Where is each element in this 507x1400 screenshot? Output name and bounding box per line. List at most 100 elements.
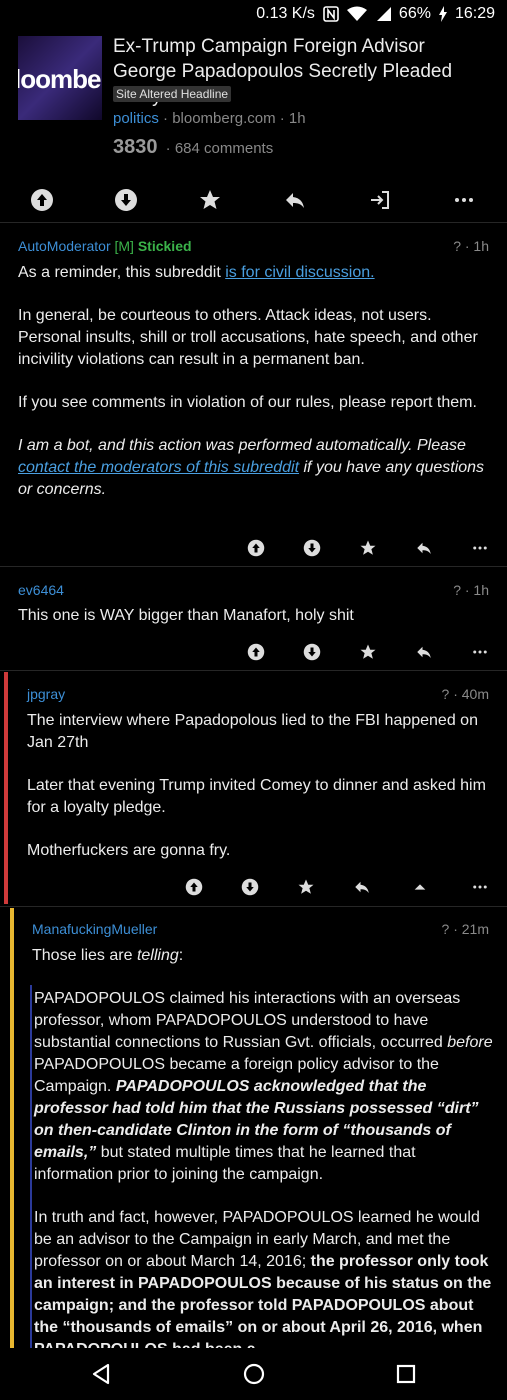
- post-meta: politics · bloomberg.com · 1h: [113, 110, 306, 127]
- open-link-button[interactable]: [360, 182, 400, 218]
- downvote-icon: [303, 643, 321, 661]
- downvote-icon: [303, 539, 321, 557]
- stickied-badge: Stickied: [137, 238, 192, 254]
- comment-meta: ? · 1h: [453, 238, 489, 254]
- reply-button[interactable]: [275, 182, 315, 218]
- more-button[interactable]: [444, 182, 484, 218]
- downvote-button[interactable]: [297, 637, 327, 667]
- post-score: 3830: [113, 136, 158, 158]
- signal-icon: [375, 6, 391, 22]
- subreddit-link[interactable]: politics: [113, 110, 159, 127]
- post-actions: [0, 182, 507, 218]
- downvote-button[interactable]: [297, 533, 327, 563]
- thread-depth-bar: [4, 672, 8, 904]
- reply-button[interactable]: [409, 533, 439, 563]
- save-button[interactable]: [353, 533, 383, 563]
- comment-automoderator[interactable]: AutoModerator [M] Stickied ? · 1h As a r…: [0, 222, 507, 566]
- upvote-button[interactable]: [241, 637, 271, 667]
- comment-author-line: AutoModerator [M] Stickied: [18, 238, 192, 254]
- comment-paragraph: In general, be courteous to others. Atta…: [18, 307, 478, 368]
- reply-icon: [286, 193, 304, 208]
- upvote-button[interactable]: [179, 872, 209, 902]
- contact-moderators-link[interactable]: contact the moderators of this subreddit: [18, 459, 299, 476]
- downvote-button[interactable]: [106, 182, 146, 218]
- battery-level: 66%: [398, 5, 431, 22]
- more-button[interactable]: [465, 872, 495, 902]
- comment-paragraph: Motherfuckers are gonna fry.: [27, 842, 231, 859]
- back-button[interactable]: [85, 1358, 117, 1390]
- comment-body: As a reminder, this subreddit is for civ…: [18, 262, 488, 522]
- mod-tag: [M]: [114, 238, 134, 254]
- comment-author[interactable]: AutoModerator: [18, 238, 111, 254]
- collapse-button[interactable]: [405, 872, 435, 902]
- comment-ev6464[interactable]: ev6464 ? · 1h This one is WAY bigger tha…: [0, 566, 507, 670]
- comment-count: · 684 comments: [165, 140, 274, 157]
- comment-manafuckingmueller[interactable]: ManafuckingMueller ? · 21m Those lies ar…: [0, 906, 507, 1348]
- star-icon: [360, 644, 376, 659]
- comment-actions: [0, 533, 507, 563]
- wifi-icon: [346, 6, 367, 22]
- civil-discussion-link[interactable]: is for civil discussion.: [225, 264, 374, 281]
- upvote-icon: [185, 878, 203, 896]
- more-button[interactable]: [465, 637, 495, 667]
- comment-author[interactable]: ev6464: [18, 582, 64, 598]
- post-thumbnail[interactable]: loomber: [18, 36, 102, 120]
- reply-icon: [417, 646, 431, 658]
- star-icon: [298, 879, 314, 894]
- comment-actions: [0, 872, 507, 902]
- home-icon: [243, 1363, 265, 1385]
- charging-icon: [438, 6, 447, 22]
- post-domain-age: · bloomberg.com · 1h: [158, 110, 306, 127]
- quote-paragraph: In truth and fact, however, PAPADOPOULOS…: [34, 1209, 492, 1348]
- comment-author[interactable]: jpgray: [27, 686, 65, 702]
- comment-author[interactable]: ManafuckingMueller: [32, 921, 157, 937]
- reply-icon: [355, 881, 369, 893]
- comment-paragraph: As a reminder, this subreddit is for civ…: [18, 264, 375, 281]
- share-icon: [371, 191, 389, 209]
- star-icon: [360, 540, 376, 555]
- save-button[interactable]: [353, 637, 383, 667]
- reply-button[interactable]: [347, 872, 377, 902]
- more-icon: [473, 546, 487, 550]
- downvote-button[interactable]: [235, 872, 265, 902]
- comment-paragraph: The interview where Papadopolous lied to…: [27, 712, 478, 751]
- upvote-button[interactable]: [241, 533, 271, 563]
- collapse-icon: [414, 884, 426, 890]
- comment-actions: [0, 637, 507, 667]
- comment-paragraph: Later that evening Trump invited Comey t…: [27, 777, 486, 816]
- upvote-button[interactable]: [22, 182, 62, 218]
- recents-button[interactable]: [390, 1358, 422, 1390]
- home-button[interactable]: [238, 1358, 270, 1390]
- comment-paragraph: I am a bot, and this action was performe…: [18, 437, 485, 498]
- network-speed: 0.13 K/s: [256, 5, 315, 22]
- nfc-icon: [323, 6, 339, 22]
- upvote-icon: [247, 539, 265, 557]
- back-icon: [92, 1363, 110, 1385]
- reply-button[interactable]: [409, 637, 439, 667]
- navigation-bar: [0, 1348, 507, 1400]
- post-score-line: 3830 · 684 comments: [113, 136, 273, 159]
- save-button[interactable]: [190, 182, 230, 218]
- comment-meta: ? · 40m: [441, 686, 489, 702]
- save-button[interactable]: [291, 872, 321, 902]
- thumbnail-logo-text: loomber: [18, 64, 102, 94]
- post-header: loomber Ex-Trump Campaign Foreign Adviso…: [0, 30, 507, 222]
- comment-jpgray[interactable]: jpgray ? · 40m The interview where Papad…: [0, 670, 507, 906]
- blockquote: PAPADOPOULOS claimed his interactions wi…: [34, 988, 494, 1348]
- thread-depth-bar: [10, 908, 14, 1348]
- comment-body: Those lies are telling:: [32, 945, 490, 988]
- status-bar: 0.13 K/s 66% 16:29: [0, 0, 507, 30]
- comment-paragraph: Those lies are telling:: [32, 947, 184, 964]
- comment-paragraph: If you see comments in violation of our …: [18, 394, 477, 411]
- upvote-icon: [247, 643, 265, 661]
- clock: 16:29: [454, 5, 495, 22]
- star-icon: [200, 190, 220, 209]
- more-icon: [455, 198, 473, 202]
- comment-meta: ? · 1h: [453, 582, 489, 598]
- recents-icon: [396, 1364, 416, 1384]
- comment-body: The interview where Papadopolous lied to…: [27, 710, 489, 883]
- more-button[interactable]: [465, 533, 495, 563]
- more-icon: [473, 650, 487, 654]
- quote-paragraph: PAPADOPOULOS claimed his interactions wi…: [34, 990, 493, 1183]
- downvote-icon: [241, 878, 259, 896]
